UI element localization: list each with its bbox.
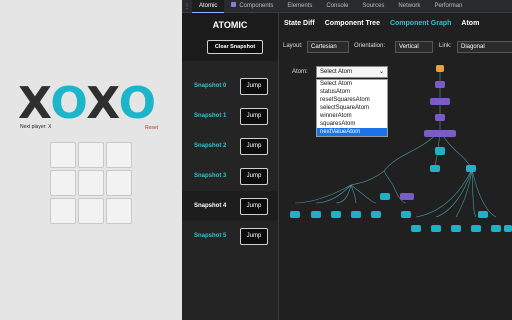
jump-button[interactable]: Jump xyxy=(240,167,268,185)
board-cell[interactable] xyxy=(78,198,104,224)
snapshot-item[interactable]: Snapshot 3 Jump xyxy=(182,161,278,191)
board-cell[interactable] xyxy=(50,142,76,168)
tab-console[interactable]: Console xyxy=(319,0,355,13)
board-cell[interactable] xyxy=(106,142,132,168)
atom-option[interactable]: Select Atom xyxy=(317,80,387,88)
tab-network[interactable]: Network xyxy=(391,0,427,13)
atom-option[interactable]: resetSquaresAtom xyxy=(317,96,387,104)
reset-button[interactable]: Reset xyxy=(145,125,158,131)
atom-dropdown: Select Atom statusAtom resetSquaresAtom … xyxy=(316,79,388,137)
board-cell[interactable] xyxy=(106,170,132,196)
tab-sources[interactable]: Sources xyxy=(355,0,391,13)
react-icon xyxy=(231,2,237,8)
tab-performance[interactable]: Performan xyxy=(427,0,469,13)
jump-button[interactable]: Jump xyxy=(240,197,268,215)
more-icon[interactable]: ⋮ xyxy=(182,3,192,10)
atom-option[interactable]: selectSquareAtom xyxy=(317,104,387,112)
game-board xyxy=(50,142,132,224)
atomic-title: ATOMIC xyxy=(212,20,248,30)
tab-atomic[interactable]: Atomic xyxy=(192,0,225,13)
board-cell[interactable] xyxy=(50,170,76,196)
snapshot-item[interactable]: Snapshot 1 Jump xyxy=(182,101,278,131)
tab-elements[interactable]: Elements xyxy=(280,0,319,13)
xoxo-logo: XOXO xyxy=(18,82,156,126)
atom-option-highlighted[interactable]: nextValueAtom xyxy=(317,128,387,136)
board-cell[interactable] xyxy=(78,142,104,168)
next-player-status: Next player: X xyxy=(20,124,52,130)
snapshot-label: Snapshot 2 xyxy=(194,143,227,149)
clear-snapshot-button[interactable]: Clear Snapshot xyxy=(207,40,263,54)
board-cell[interactable] xyxy=(106,198,132,224)
tab-components-label: Components xyxy=(239,2,274,9)
board-cell[interactable] xyxy=(50,198,76,224)
atom-label: Atom: xyxy=(292,69,308,75)
jump-button[interactable]: Jump xyxy=(240,77,268,95)
tictactoe-app: XOXO Next player: X Reset xyxy=(0,0,182,320)
atom-picker: Atom: Select Atom ⌄ Select Atom statusAt… xyxy=(278,13,512,320)
atom-option[interactable]: winnerAtom xyxy=(317,112,387,120)
logo-letter-2: O xyxy=(50,78,87,129)
snapshot-item[interactable]: Snapshot 2 Jump xyxy=(182,131,278,161)
snapshot-sidebar: ATOMIC Clear Snapshot Snapshot 0 Jump Sn… xyxy=(182,13,278,320)
atom-select[interactable]: Select Atom ⌄ xyxy=(316,66,388,78)
logo-letter-3: X xyxy=(86,78,119,129)
devtools-panel: ⋮ Atomic Components Elements Console Sou… xyxy=(182,0,512,320)
snapshot-item-selected[interactable]: Snapshot 4 Jump xyxy=(182,191,278,221)
snapshot-label: Snapshot 5 xyxy=(194,233,227,239)
atom-option[interactable]: squaresAtom xyxy=(317,120,387,128)
jump-button[interactable]: Jump xyxy=(240,227,268,245)
chevron-down-icon: ⌄ xyxy=(378,69,384,75)
jump-button[interactable]: Jump xyxy=(240,107,268,125)
snapshot-label: Snapshot 4 xyxy=(194,203,227,209)
tab-components[interactable]: Components xyxy=(224,0,280,13)
devtools-tabbar: ⋮ Atomic Components Elements Console Sou… xyxy=(182,0,512,13)
snapshot-label: Snapshot 0 xyxy=(194,83,227,89)
snapshot-item[interactable]: Snapshot 5 Jump xyxy=(182,221,278,251)
board-cell[interactable] xyxy=(78,170,104,196)
snapshot-item[interactable]: Snapshot 0 Jump xyxy=(182,71,278,101)
atom-select-value: Select Atom xyxy=(320,69,353,75)
atom-option[interactable]: statusAtom xyxy=(317,88,387,96)
snapshot-label: Snapshot 3 xyxy=(194,173,227,179)
logo-letter-4: O xyxy=(118,78,156,129)
snapshot-label: Snapshot 1 xyxy=(194,113,227,119)
logo-letter-1: X xyxy=(18,78,51,129)
jump-button[interactable]: Jump xyxy=(240,137,268,155)
